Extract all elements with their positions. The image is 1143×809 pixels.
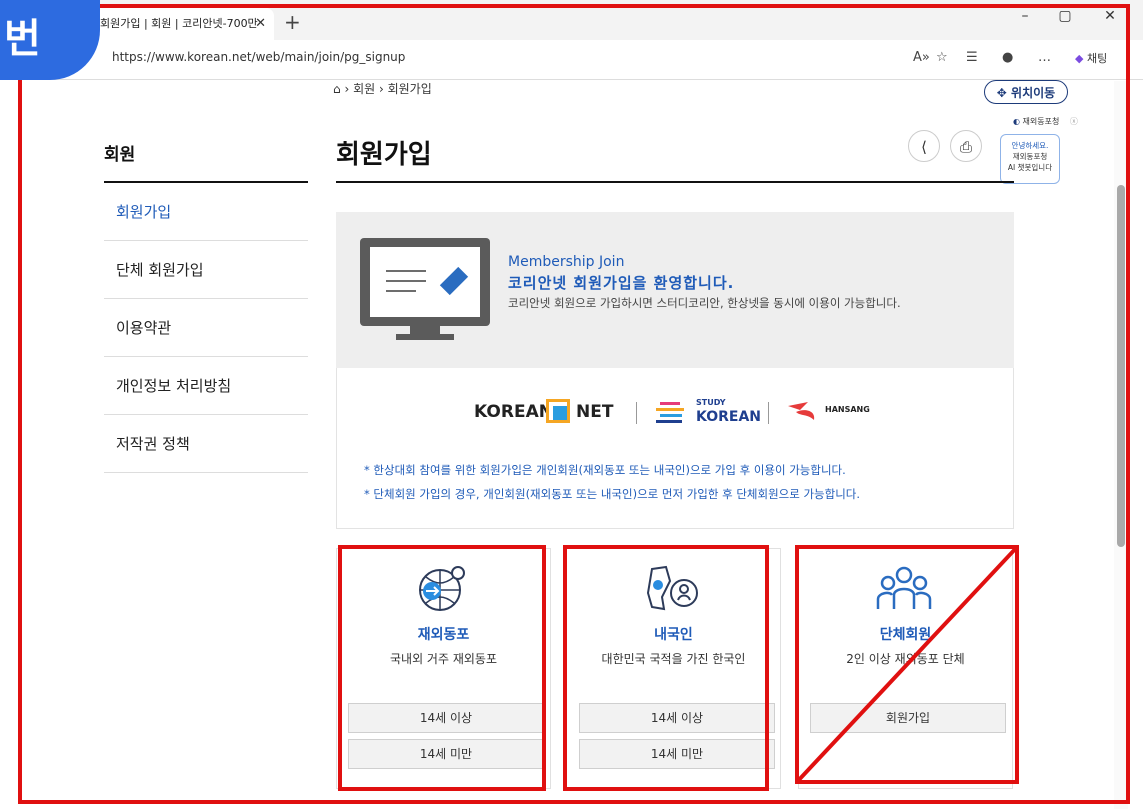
highlight-overseas xyxy=(338,545,546,791)
step-badge-label: 번 xyxy=(4,16,41,62)
strike-through-line xyxy=(795,545,1019,784)
highlight-domestic xyxy=(563,545,769,791)
